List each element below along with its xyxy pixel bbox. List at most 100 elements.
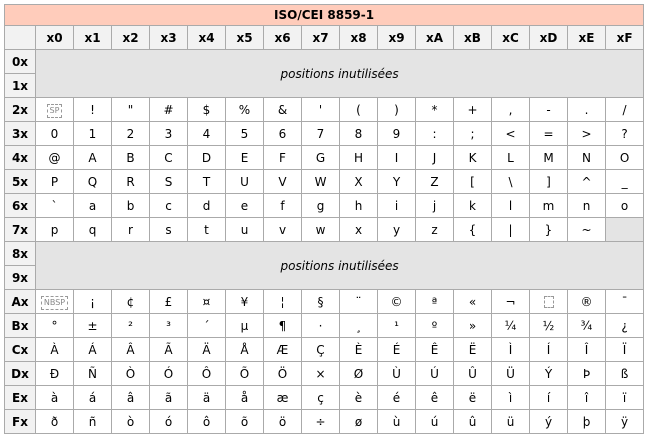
- char-cell: ¼: [491, 313, 530, 338]
- char-cell: §: [301, 289, 340, 314]
- char-cell: /: [604, 97, 645, 122]
- char-cell: ê: [415, 385, 454, 410]
- char-cell: ^: [567, 169, 606, 194]
- char-cell: ç: [301, 385, 340, 410]
- char-cell: Ë: [453, 337, 492, 362]
- row-header: 5x: [4, 169, 36, 194]
- char-cell: Ô: [187, 361, 226, 386]
- char-cell: }: [529, 217, 568, 242]
- char-cell: *: [415, 97, 454, 122]
- char-cell: é: [377, 385, 416, 410]
- row-header: 2x: [4, 97, 36, 122]
- char-cell: O: [604, 145, 645, 170]
- column-header: xC: [491, 25, 530, 50]
- column-header: x9: [377, 25, 416, 50]
- char-cell: ä: [187, 385, 226, 410]
- table-row: Dx Ð Ñ Ò Ó Ô Õ Ö × Ø Ù Ú Û Ü Ý Þß: [4, 361, 645, 386]
- char-cell: K: [453, 145, 492, 170]
- char-cell: µ: [225, 313, 264, 338]
- char-cell: ~: [567, 217, 606, 242]
- char-cell: Q: [73, 169, 112, 194]
- char-cell: s: [149, 217, 188, 242]
- column-header: xB: [453, 25, 492, 50]
- row-header: 1x: [4, 73, 36, 98]
- table-row: Ex à á â ã ä å æ ç è é ê ë ì í î ï: [4, 385, 645, 410]
- char-cell: P: [35, 169, 74, 194]
- row-header: 0x: [4, 49, 36, 74]
- char-cell: Ý: [529, 361, 568, 386]
- char-cell: V: [263, 169, 302, 194]
- char-cell: £: [149, 289, 188, 314]
- char-cell: Î: [567, 337, 606, 362]
- char-cell: z: [415, 217, 454, 242]
- char-cell: Ä: [187, 337, 226, 362]
- char-cell: Ê: [415, 337, 454, 362]
- char-cell: °: [35, 313, 74, 338]
- char-cell: SP: [35, 97, 74, 122]
- char-cell: Í: [529, 337, 568, 362]
- char-cell: ¦: [263, 289, 302, 314]
- char-cell: 6: [263, 121, 302, 146]
- row-header: 6x: [4, 193, 36, 218]
- char-cell: d: [187, 193, 226, 218]
- char-cell: 2: [111, 121, 150, 146]
- char-cell: Ù: [377, 361, 416, 386]
- char-cell: «: [453, 289, 492, 314]
- char-cell: 1: [73, 121, 112, 146]
- char-cell: à: [35, 385, 74, 410]
- char-cell: 9: [377, 121, 416, 146]
- char-cell: ,: [491, 97, 530, 122]
- char-cell: g: [301, 193, 340, 218]
- row-header: 7x: [4, 217, 36, 242]
- char-cell: î: [567, 385, 606, 410]
- column-header: xA: [415, 25, 454, 50]
- char-cell: L: [491, 145, 530, 170]
- column-header: x8: [339, 25, 378, 50]
- char-cell: è: [339, 385, 378, 410]
- char-cell: |: [491, 217, 530, 242]
- column-header: x0: [35, 25, 74, 50]
- table-row: 6x ` a b c d e f g h i j k l m n o: [4, 193, 645, 218]
- char-cell: ò: [111, 409, 150, 434]
- char-cell: ±: [73, 313, 112, 338]
- row-header: Fx: [4, 409, 36, 434]
- char-cell: X: [339, 169, 378, 194]
- char-cell: Ï: [604, 337, 645, 362]
- char-cell: b: [111, 193, 150, 218]
- char-cell: Þ: [567, 361, 606, 386]
- char-cell: r: [111, 217, 150, 242]
- char-cell: h: [339, 193, 378, 218]
- row-header: Dx: [4, 361, 36, 386]
- row-header: Cx: [4, 337, 36, 362]
- charset-table: ISO/CEI 8859-1 x0 x1 x2 x3 x4 x5 x6 x7 x8 x9 xA xB x…: [3, 4, 645, 434]
- char-cell: Ö: [263, 361, 302, 386]
- unused-positions-note: positions inutilisées: [34, 241, 645, 290]
- column-header-row: x0 x1 x2 x3 x4 x5 x6 x7 x8 x9 xA xB xC xD xE xF: [4, 25, 645, 50]
- char-cell: »: [453, 313, 492, 338]
- char-cell: Ó: [149, 361, 188, 386]
- column-header: x1: [73, 25, 112, 50]
- row-header: Bx: [4, 313, 36, 338]
- char-cell: ®: [567, 289, 606, 314]
- char-cell: þ: [567, 409, 606, 434]
- char-cell: [529, 289, 568, 314]
- char-cell: q: [73, 217, 112, 242]
- char-cell: .: [567, 97, 606, 122]
- char-cell: ?: [604, 121, 645, 146]
- column-header: x7: [301, 25, 340, 50]
- char-cell: M: [529, 145, 568, 170]
- char-cell: º: [415, 313, 454, 338]
- char-cell: B: [111, 145, 150, 170]
- char-cell: o: [604, 193, 645, 218]
- char-cell: È: [339, 337, 378, 362]
- char-cell: R: [111, 169, 150, 194]
- column-header: xE: [567, 25, 606, 50]
- char-cell: ¿: [604, 313, 645, 338]
- char-cell: ÿ: [604, 409, 645, 434]
- char-cell: ¤: [187, 289, 226, 314]
- char-cell: Æ: [263, 337, 302, 362]
- char-cell: N: [567, 145, 606, 170]
- row-header: Ax: [4, 289, 36, 314]
- unused-row: 8x positions inutilisées: [4, 241, 645, 290]
- char-cell: n: [567, 193, 606, 218]
